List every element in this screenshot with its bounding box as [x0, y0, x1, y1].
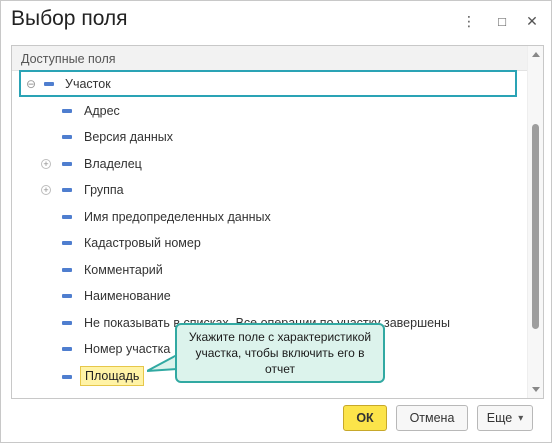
collapse-icon[interactable]: ⊖	[26, 78, 36, 90]
tree-row-label: Комментарий	[84, 263, 163, 277]
tree-row-group[interactable]: + Группа	[12, 177, 528, 203]
expand-icon[interactable]: +	[41, 185, 51, 195]
field-dash-icon	[62, 294, 72, 298]
tree-row-label: Группа	[84, 183, 124, 197]
vertical-scrollbar[interactable]	[527, 46, 543, 398]
tree-row-name[interactable]: Наименование	[12, 283, 528, 309]
field-dash-icon	[62, 215, 72, 219]
close-icon[interactable]: ✕	[522, 11, 542, 31]
tree-row-label: Имя предопределенных данных	[84, 210, 271, 224]
scroll-down-icon[interactable]	[532, 387, 540, 392]
tree-row-predefined-name[interactable]: Имя предопределенных данных	[12, 204, 528, 230]
field-dash-icon	[62, 109, 72, 113]
scrollbar-thumb[interactable]	[532, 124, 539, 329]
more-button-label: Еще	[486, 411, 513, 425]
area-field-highlight[interactable]: Площадь	[80, 366, 145, 386]
field-dash-icon	[62, 347, 72, 351]
cancel-button[interactable]: Отмена	[396, 405, 468, 431]
tree-row-label: Владелец	[84, 157, 142, 171]
hint-callout: Укажите поле с характеристикой участка, …	[175, 323, 385, 383]
field-dash-icon	[62, 375, 72, 379]
dropdown-arrow-icon: ▾	[518, 412, 524, 424]
more-button[interactable]: Еще ▾	[477, 405, 533, 431]
tree-row-comment[interactable]: Комментарий	[12, 257, 528, 283]
tree-row-cadastral-number[interactable]: Кадастровый номер	[12, 230, 528, 256]
tree-row-owner[interactable]: + Владелец	[12, 151, 528, 177]
field-selection-dialog: Выбор поля ⋮ □ ✕ Доступные поля ⊖ Участо…	[0, 0, 552, 443]
field-dash-icon	[62, 241, 72, 245]
tree-row-address[interactable]: Адрес	[12, 98, 528, 124]
maximize-icon[interactable]: □	[492, 11, 512, 31]
tree-row-data-version[interactable]: Версия данных	[12, 124, 528, 150]
field-dash-icon	[62, 162, 72, 166]
more-menu-icon[interactable]: ⋮	[459, 11, 479, 31]
field-dash-icon	[62, 135, 72, 139]
tree-row-label: Кадастровый номер	[84, 236, 201, 250]
field-dash-icon	[62, 188, 72, 192]
expand-icon[interactable]: +	[41, 159, 51, 169]
dialog-title: Выбор поля	[11, 7, 128, 30]
tree-row-label: Версия данных	[84, 130, 174, 144]
panel-header: Доступные поля	[12, 46, 528, 71]
field-dash-icon	[62, 321, 72, 325]
callout-pointer	[147, 353, 177, 372]
scroll-up-icon[interactable]	[532, 52, 540, 57]
tree-row-label: Участок	[65, 77, 111, 91]
tree-row-label: Наименование	[84, 289, 171, 303]
tree-row-root[interactable]: ⊖ Участок	[12, 71, 528, 97]
field-dash-icon	[62, 268, 72, 272]
ok-button[interactable]: ОК	[343, 405, 387, 431]
field-dash-icon	[44, 82, 54, 86]
tree-row-label: Адрес	[84, 104, 120, 118]
